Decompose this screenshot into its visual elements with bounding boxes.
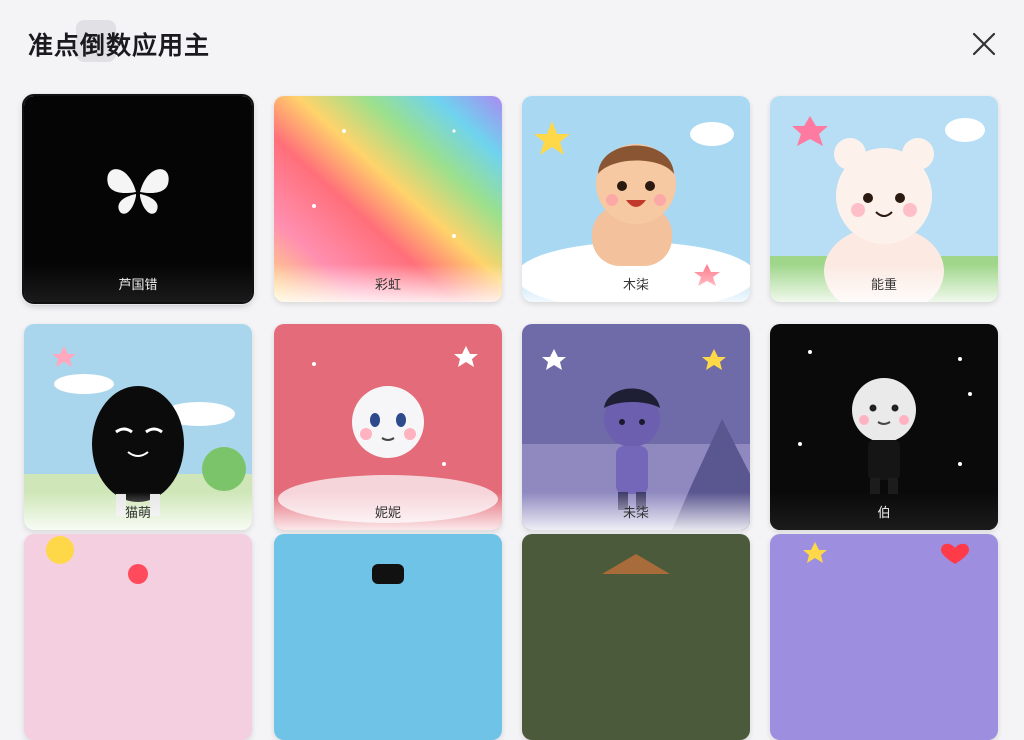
card-label-bar: 能重 (770, 264, 998, 302)
card-label-bar: 彩虹 (274, 264, 502, 302)
card-label-bar: 芦国错 (24, 264, 252, 302)
card-label-bar: 妮妮 (274, 492, 502, 530)
wallpaper-card[interactable]: 猫萌 (24, 324, 252, 530)
card-label-bar: 伯 (770, 492, 998, 530)
card-label: 未柒 (622, 505, 649, 521)
purple-sky-artwork (770, 534, 998, 740)
wallpaper-card[interactable] (770, 534, 998, 740)
wallpaper-card[interactable] (24, 534, 252, 740)
header: 准点倒数应用主 (0, 0, 1024, 88)
wallpaper-card[interactable] (274, 534, 502, 740)
sky-character-artwork (274, 534, 502, 740)
wallpaper-card[interactable]: 能重 (770, 96, 998, 302)
card-label: 妮妮 (374, 505, 401, 521)
card-label: 伯 (877, 505, 891, 521)
card-label: 木柒 (622, 277, 649, 293)
card-label-bar: 木柒 (522, 264, 750, 302)
close-icon (972, 32, 996, 56)
close-button[interactable] (966, 26, 1002, 62)
sun-character-artwork (24, 534, 252, 740)
card-label: 彩虹 (374, 277, 401, 293)
forest-house-artwork (522, 534, 750, 740)
card-label: 猫萌 (124, 505, 151, 521)
page-title: 准点倒数应用主 (28, 31, 211, 60)
card-label: 芦国错 (118, 277, 158, 293)
card-label-bar: 未柒 (522, 492, 750, 530)
wallpaper-card[interactable]: 芦国错 (22, 94, 254, 304)
wallpaper-card[interactable] (522, 534, 750, 740)
card-label-bar: 猫萌 (24, 492, 252, 530)
card-label: 能重 (870, 277, 897, 293)
wallpaper-card[interactable]: 彩虹 (274, 96, 502, 302)
wallpaper-card[interactable]: 伯 (770, 324, 998, 530)
wallpaper-card[interactable]: 未柒 (522, 324, 750, 530)
wallpaper-card[interactable]: 木柒 (522, 96, 750, 302)
wallpaper-card[interactable]: 妮妮 (274, 324, 502, 530)
